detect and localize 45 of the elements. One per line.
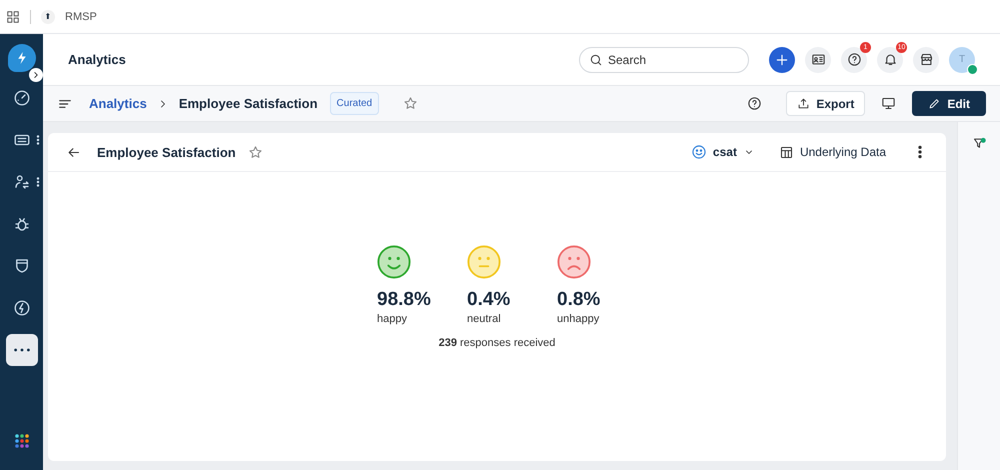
- responses-count: 239 responses received: [438, 336, 556, 348]
- sidebar-item[interactable]: [6, 334, 38, 366]
- table-icon: [778, 144, 794, 160]
- store-icon: [918, 52, 934, 67]
- logo-icon[interactable]: [8, 44, 36, 72]
- percentage-value: 0.4%: [467, 288, 510, 310]
- tab-favicon: ⬆: [41, 10, 55, 24]
- search-icon: [589, 52, 603, 66]
- user-swap-icon: [12, 173, 30, 191]
- help-icon: [747, 96, 762, 111]
- contacts-button[interactable]: [805, 46, 831, 72]
- curated-tag: Curated: [330, 92, 380, 115]
- expand-button[interactable]: [29, 68, 43, 82]
- percentage-value: 98.8%: [377, 288, 431, 310]
- metric-dropdown[interactable]: csat: [690, 144, 755, 160]
- bolt-icon: [12, 299, 30, 317]
- apps-grid-icon[interactable]: [14, 433, 30, 449]
- card-title: Employee Satisfaction: [97, 144, 236, 160]
- monitor-icon: [881, 96, 896, 111]
- contact-card-icon: [810, 52, 826, 67]
- mood-label: neutral: [467, 312, 501, 324]
- add-button[interactable]: [769, 46, 795, 72]
- upload-icon: [797, 97, 810, 110]
- export-button[interactable]: Export: [786, 91, 866, 116]
- bug-icon: [12, 215, 30, 233]
- mood-label: unhappy: [557, 312, 600, 324]
- page-title: Analytics: [68, 52, 126, 67]
- percentage-value: 0.8%: [557, 288, 600, 310]
- store-button[interactable]: [913, 46, 939, 72]
- more-icon: [14, 348, 30, 352]
- mood-label: happy: [377, 312, 407, 324]
- bell-icon: [882, 52, 898, 67]
- tab-title[interactable]: RMSP: [65, 10, 97, 22]
- search-field[interactable]: Search: [579, 46, 749, 72]
- smiley-icon: [690, 144, 707, 160]
- star-icon: [403, 96, 418, 111]
- underlying-data-button[interactable]: Underlying Data: [778, 144, 886, 160]
- grid-icon: [6, 10, 20, 24]
- pencil-icon: [928, 97, 942, 110]
- gauge-icon: [12, 89, 30, 107]
- breadcrumb-link[interactable]: Analytics: [89, 96, 147, 111]
- help-icon: [846, 52, 862, 67]
- star-icon: [248, 144, 263, 160]
- breadcrumb-current: Employee Satisfaction: [178, 96, 318, 111]
- edit-button[interactable]: Edit: [912, 91, 986, 116]
